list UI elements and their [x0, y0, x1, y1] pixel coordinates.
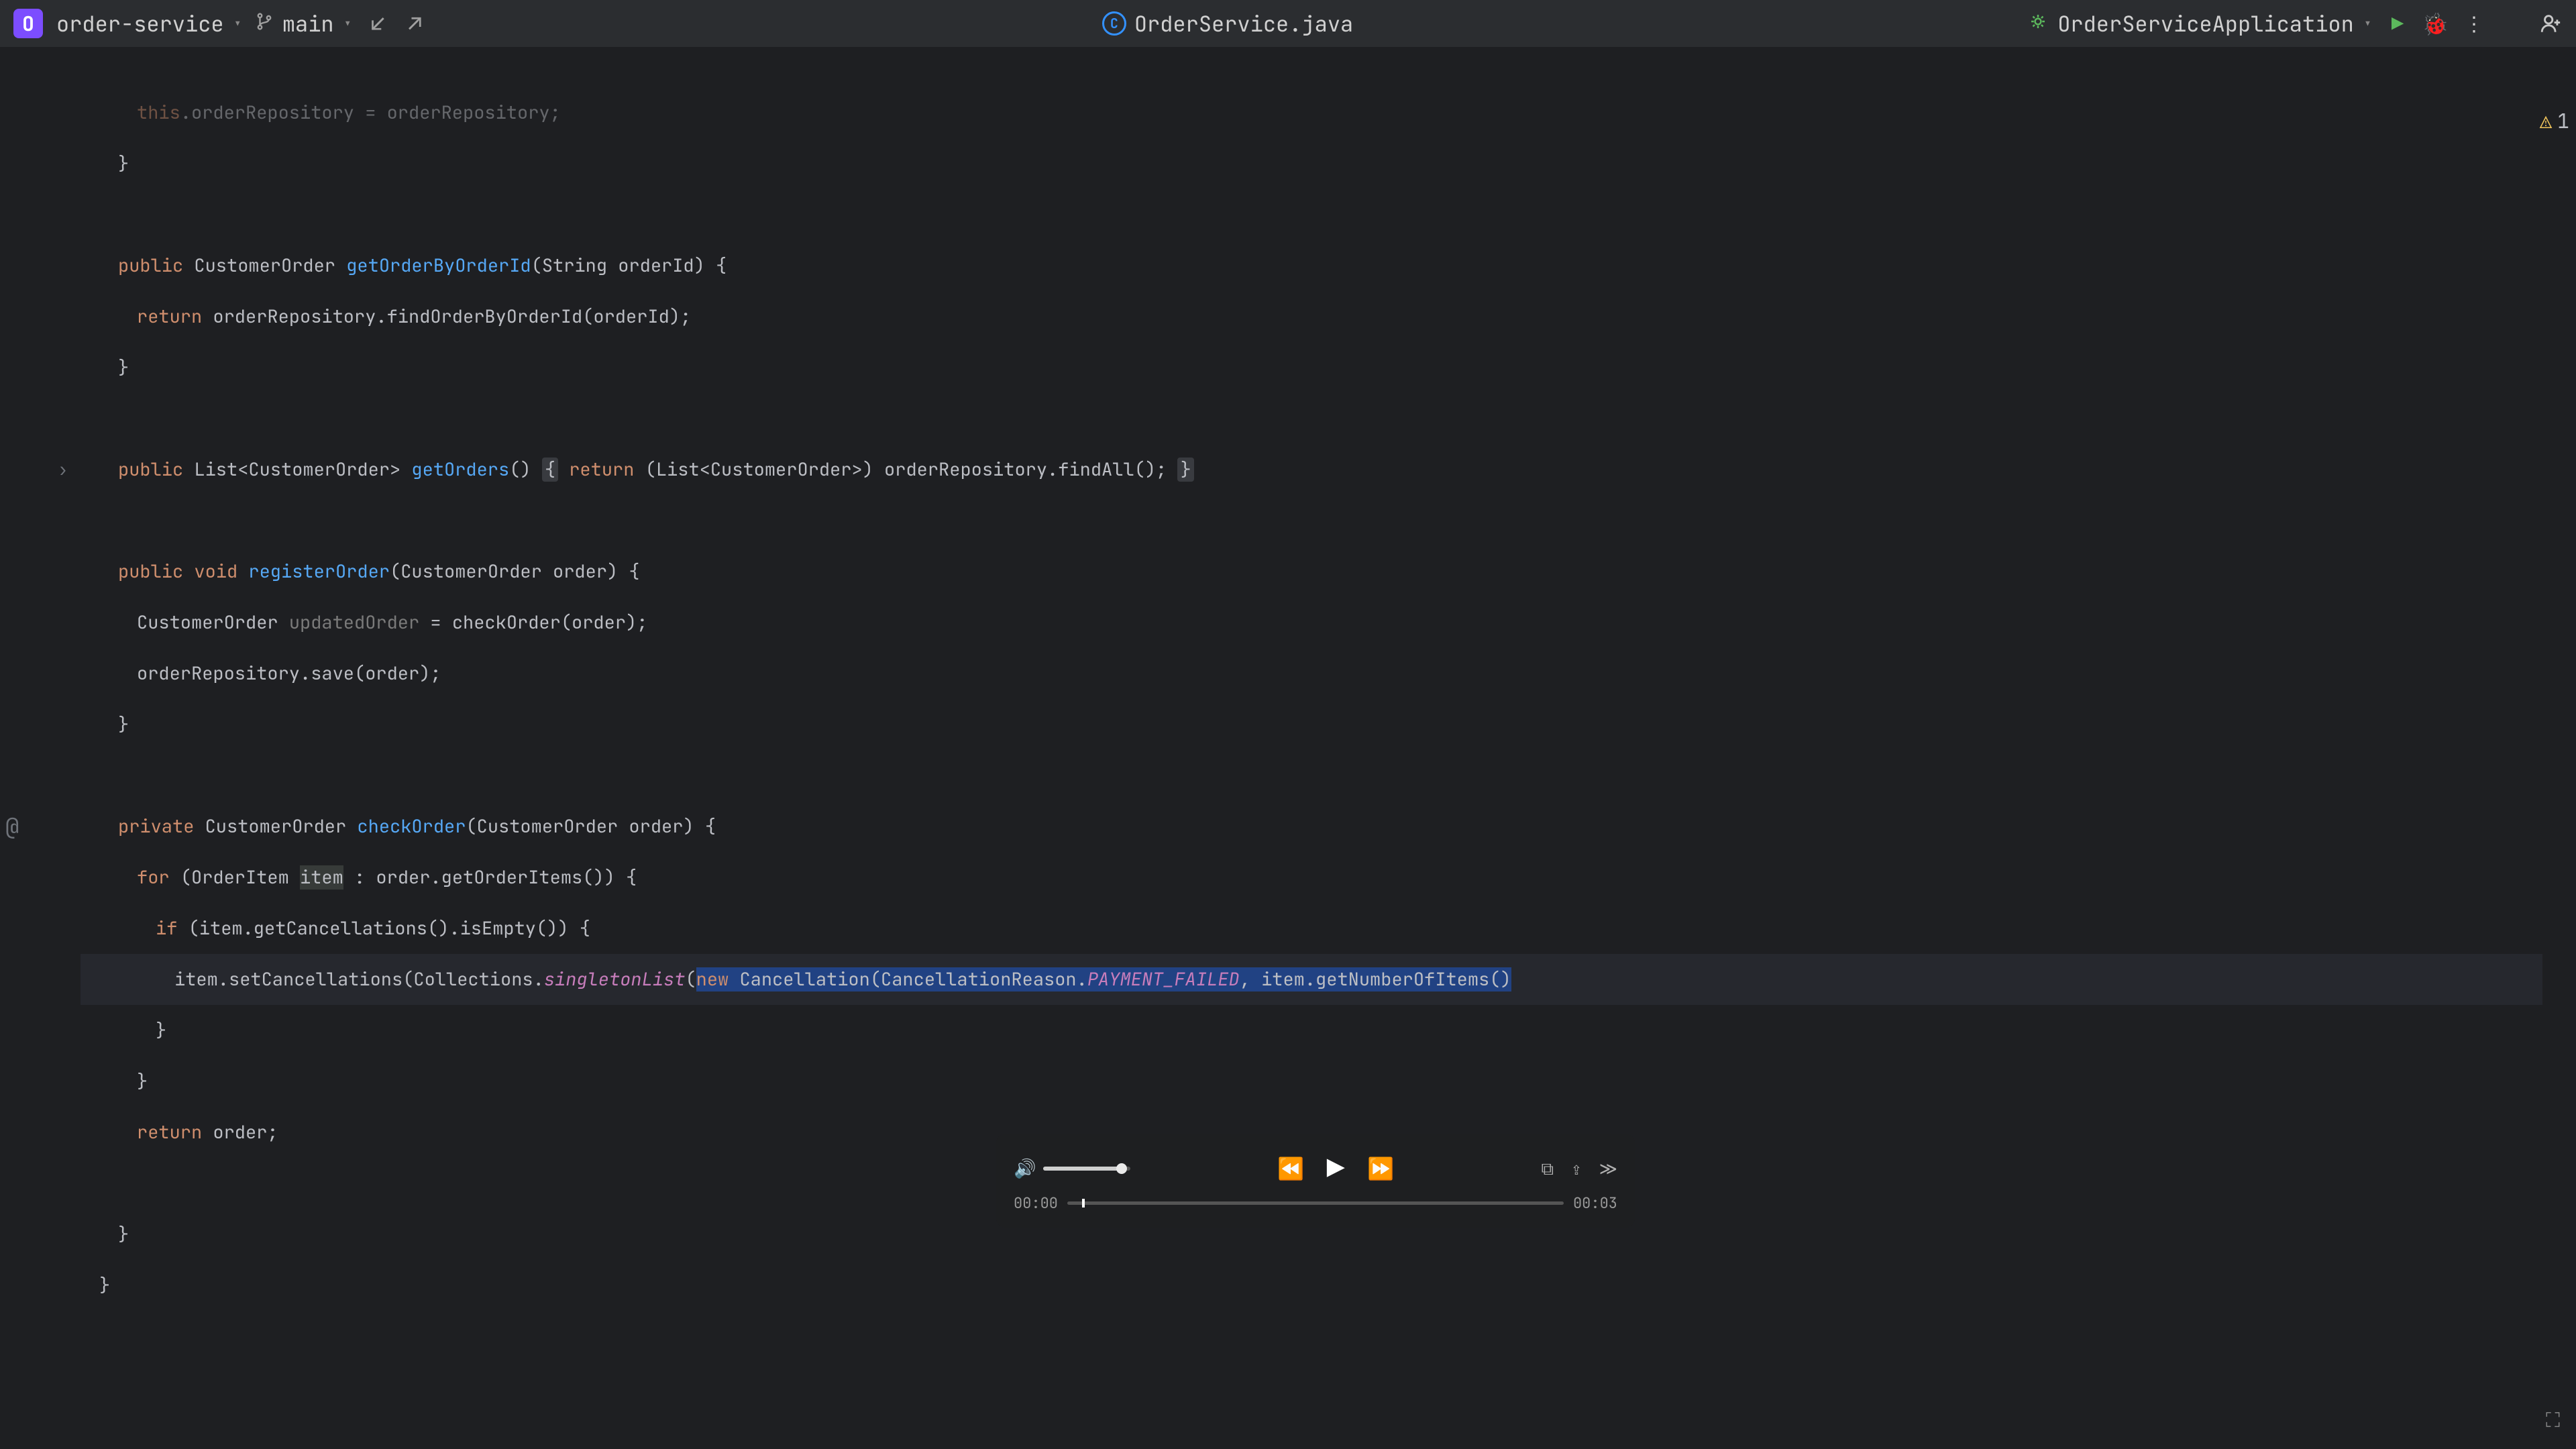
media-player-overlay: 🔊 ⏪ ▶ ⏩ ⧉ ⇪ ≫ 00:00 00:03: [996, 1134, 1635, 1228]
play-button[interactable]: ▶: [1327, 1149, 1344, 1188]
run-config-label: OrderServiceApplication: [2057, 9, 2354, 38]
git-branch-icon: [256, 9, 273, 38]
play-icon[interactable]: ▶: [2385, 11, 2410, 36]
time-total: 00:03: [1573, 1193, 1617, 1213]
fullscreen-icon[interactable]: ⛶: [2546, 1406, 2560, 1433]
chevron-down-icon: ▾: [2363, 14, 2372, 34]
add-user-icon[interactable]: [2538, 11, 2563, 36]
run-config-selector[interactable]: OrderServiceApplication ▾: [2028, 9, 2372, 38]
rewind-button[interactable]: ⏪: [1277, 1154, 1304, 1183]
editor-area[interactable]: › 💡 @ ⚠ 1 this.orderRepository = orderRe…: [0, 47, 2576, 1449]
forward-button[interactable]: ⏩: [1367, 1154, 1394, 1183]
seek-bar[interactable]: [1067, 1201, 1564, 1205]
code-content[interactable]: this.orderRepository = orderRepository; …: [80, 47, 2542, 1449]
branch-selector[interactable]: main ▾: [256, 9, 352, 38]
chevron-down-icon: ▾: [233, 14, 242, 34]
java-class-icon: C: [1102, 11, 1126, 36]
gutter[interactable]: › 💡 @: [0, 47, 80, 1449]
annotation-icon[interactable]: @: [5, 812, 19, 842]
outgoing-arrow-icon[interactable]: ↗: [403, 11, 427, 36]
more-vertical-icon[interactable]: ⋮: [2461, 11, 2485, 36]
file-tab-label: OrderService.java: [1134, 9, 1353, 38]
volume-slider[interactable]: [1043, 1167, 1130, 1171]
project-badge[interactable]: O: [13, 9, 43, 38]
top-toolbar: O order-service ▾ main ▾ ↙ ↗ C OrderServ…: [0, 0, 2576, 48]
warning-count: 1: [2557, 107, 2569, 134]
project-name: order-service: [56, 9, 224, 38]
run-config-icon: [2028, 9, 2048, 38]
more-icon[interactable]: ≫: [1599, 1157, 1617, 1180]
project-selector[interactable]: order-service ▾: [56, 9, 242, 38]
branch-name: main: [282, 9, 334, 38]
time-current: 00:00: [1014, 1193, 1058, 1213]
volume-control[interactable]: 🔊: [1014, 1157, 1130, 1181]
inspection-summary[interactable]: ⚠ 1: [2540, 107, 2569, 134]
incoming-arrow-icon[interactable]: ↙: [366, 11, 390, 36]
pip-icon[interactable]: ⧉: [1542, 1157, 1554, 1180]
volume-icon: 🔊: [1014, 1157, 1036, 1181]
share-icon[interactable]: ⇪: [1571, 1157, 1582, 1180]
file-tab[interactable]: C OrderService.java: [1102, 9, 1353, 38]
fold-expand-icon[interactable]: ›: [58, 458, 68, 481]
bug-icon[interactable]: 🐞: [2423, 11, 2447, 36]
chevron-down-icon: ▾: [343, 14, 352, 34]
